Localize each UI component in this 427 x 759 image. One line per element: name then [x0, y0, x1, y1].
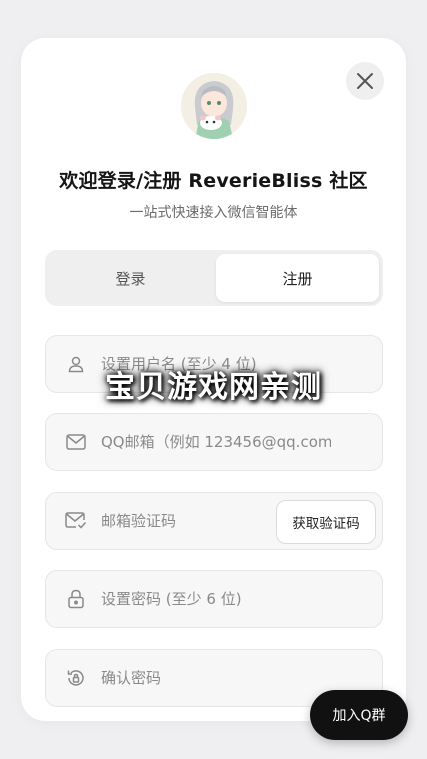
email-code-input[interactable] [101, 512, 251, 530]
password-field[interactable] [45, 570, 383, 628]
page-subtitle: 一站式快速接入微信智能体 [129, 205, 298, 221]
user-icon [65, 353, 87, 375]
tab-register[interactable]: 注册 [216, 254, 379, 302]
avatar [181, 73, 247, 139]
email-code-field[interactable]: 获取验证码 [45, 492, 383, 550]
join-group-button[interactable]: 加入Q群 [310, 690, 408, 740]
mail-check-icon [65, 510, 87, 532]
lock-icon [65, 588, 87, 610]
password-input[interactable] [101, 590, 331, 608]
tab-login[interactable]: 登录 [49, 254, 212, 302]
close-button[interactable] [346, 62, 384, 100]
history-icon [65, 667, 87, 689]
page-title: 欢迎登录/注册 ReverieBliss 社区 [59, 170, 368, 192]
close-icon [357, 73, 373, 89]
auth-tabs: 登录 注册 [45, 250, 383, 306]
mail-icon [65, 431, 87, 453]
email-input[interactable] [101, 433, 331, 451]
register-card: 欢迎登录/注册 ReverieBliss 社区 一站式快速接入微信智能体 登录 … [21, 38, 406, 721]
username-field[interactable] [45, 335, 383, 393]
email-field[interactable] [45, 413, 383, 471]
confirm-password-input[interactable] [101, 669, 331, 687]
username-input[interactable] [101, 355, 331, 373]
get-code-button[interactable]: 获取验证码 [276, 500, 376, 544]
